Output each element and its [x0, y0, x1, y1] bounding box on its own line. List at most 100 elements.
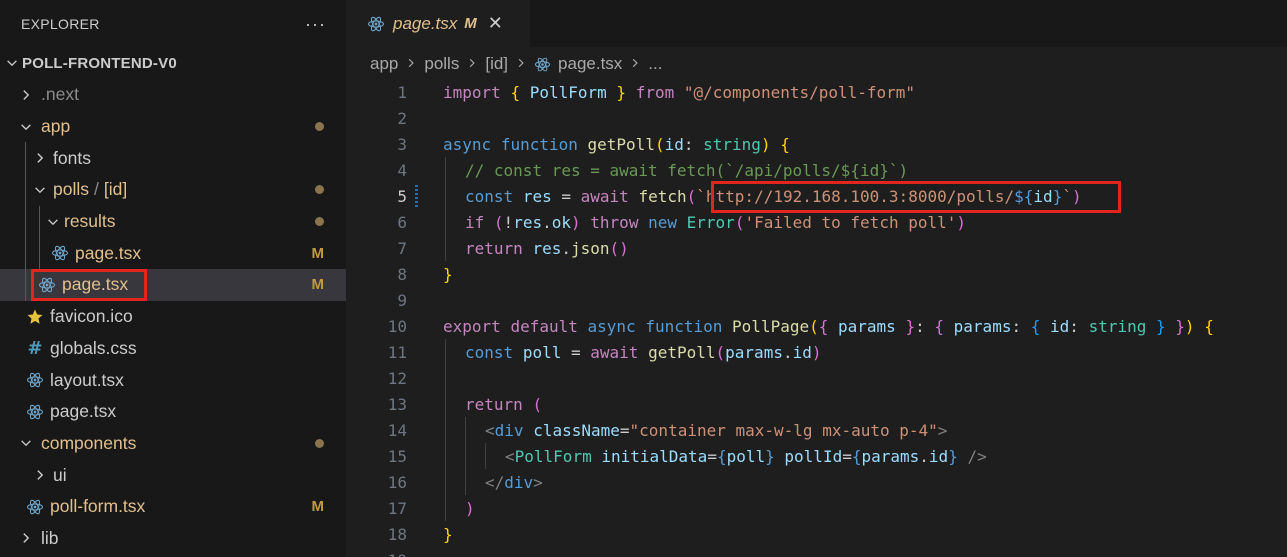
- line-number: 14: [387, 420, 407, 440]
- chevron-right-icon: [515, 54, 527, 74]
- code-text: if (!res.ok) throw new Error('Failed to …: [465, 212, 967, 232]
- tree-item-polls-page[interactable]: page.tsx M: [0, 269, 346, 301]
- tree-item-app[interactable]: app: [0, 111, 346, 143]
- breadcrumb-file[interactable]: page.tsx: [558, 54, 622, 74]
- code-text: return (: [465, 394, 543, 414]
- line-number: 12: [387, 368, 407, 388]
- tab-bar: page.tsx M ✕: [347, 0, 1287, 47]
- code-text: const poll = await getPoll(params.id): [465, 342, 822, 362]
- line-number: 6: [397, 212, 407, 232]
- tree-item-results[interactable]: results: [0, 205, 346, 238]
- indent-guide: [39, 205, 40, 238]
- indent-guide: [445, 443, 446, 469]
- star-icon: [25, 307, 45, 327]
- indent-guide: [465, 469, 466, 495]
- chevron-down-icon: [44, 213, 62, 231]
- chevron-down-icon: [31, 181, 49, 199]
- code-text: }: [443, 524, 453, 544]
- code-line: 9: [347, 287, 1287, 313]
- indent-guide: [25, 205, 26, 238]
- code-text: ): [465, 498, 475, 518]
- code-text: <PollForm initialData={poll} pollId={par…: [505, 446, 987, 466]
- tree-item-label: layout.tsx: [50, 369, 124, 390]
- tab-page-tsx[interactable]: page.tsx M ✕: [347, 0, 530, 47]
- tree-item-label: app: [41, 116, 71, 137]
- modified-dot: [315, 122, 324, 132]
- code-text: <div className="container max-w-lg mx-au…: [485, 420, 948, 440]
- tree-item-label: favicon.ico: [50, 306, 133, 327]
- tree-item-label: polls: [53, 179, 89, 200]
- close-icon[interactable]: ✕: [488, 13, 503, 34]
- modified-dot: [315, 438, 324, 448]
- line-number: 16: [387, 472, 407, 492]
- chevron-right-icon: [629, 54, 641, 74]
- indent-guide: [445, 391, 446, 417]
- tree-item-poll-form[interactable]: poll-form.tsx M: [0, 491, 346, 523]
- tree-item-label: ui: [53, 464, 67, 485]
- chevron-down-icon: [17, 434, 35, 452]
- line-number: 11: [387, 342, 407, 362]
- indent-guide: [485, 443, 486, 469]
- code-text: import { PollForm } from "@/components/p…: [443, 82, 916, 102]
- code-text: async function getPoll(id: string) {: [443, 134, 790, 154]
- line-number: 19: [347, 551, 407, 557]
- tree-item-lib[interactable]: lib: [0, 523, 346, 555]
- line-number: 5: [397, 186, 407, 206]
- code-line: 14 <div className="container max-w-lg mx…: [347, 417, 1287, 443]
- tree-item-favicon[interactable]: favicon.ico: [0, 301, 346, 333]
- tree-item-label: .next: [41, 84, 79, 105]
- chevron-right-icon: [405, 54, 417, 74]
- react-icon: [25, 402, 45, 422]
- tree-item-label: results: [64, 211, 116, 232]
- tree-item-layout[interactable]: layout.tsx: [0, 364, 346, 396]
- line-number: 3: [397, 134, 407, 154]
- code-text: // const res = await fetch(`/api/polls/$…: [465, 160, 909, 180]
- indent-guide: [445, 209, 446, 235]
- more-actions-icon[interactable]: ···: [305, 15, 326, 33]
- tree-item-label: [id]: [103, 179, 128, 200]
- indent-guide: [445, 183, 446, 209]
- react-icon: [25, 497, 45, 517]
- code-line: 15 <PollForm initialData={poll} pollId={…: [347, 443, 1287, 469]
- tree-item-fonts[interactable]: fonts: [0, 142, 346, 175]
- line-number: 2: [397, 108, 407, 128]
- breadcrumb: app polls [id] page.tsx ...: [347, 47, 1287, 81]
- indent-guide: [465, 417, 466, 443]
- chevron-down-icon: [17, 118, 35, 136]
- indent-guide: [445, 469, 446, 495]
- code-line: 11 const poll = await getPoll(params.id): [347, 339, 1287, 365]
- code-text: export default async function PollPage({…: [443, 316, 1214, 336]
- tree-item-results-page[interactable]: page.tsx M: [0, 237, 346, 270]
- tree-item-label: page.tsx: [62, 274, 129, 295]
- code-area[interactable]: 1 import { PollForm } from "@/components…: [347, 79, 1287, 557]
- code-line: 16 </div>: [347, 469, 1287, 495]
- code-line: 17 ): [347, 495, 1287, 521]
- breadcrumb-polls[interactable]: polls: [424, 54, 459, 74]
- chevron-right-icon: [17, 529, 35, 547]
- tree-item-label: page.tsx: [50, 401, 117, 422]
- tree-item-app-page[interactable]: page.tsx: [0, 396, 346, 428]
- indent-guide: [445, 365, 446, 391]
- modified-dot: [315, 185, 324, 195]
- hash-icon: #: [27, 337, 43, 359]
- indent-guide: [445, 417, 446, 443]
- code-line: 5 const res = await fetch(`http://192.16…: [347, 183, 1287, 209]
- breadcrumb-id[interactable]: [id]: [485, 54, 508, 74]
- breadcrumb-app[interactable]: app: [370, 54, 398, 74]
- tree-item-polls-id[interactable]: polls / [id]: [0, 174, 346, 206]
- project-folder[interactable]: POLL-FRONTEND-V0: [0, 47, 346, 79]
- code-line: 3 async function getPoll(id: string) {: [347, 131, 1287, 157]
- chevron-right-icon: [31, 149, 49, 167]
- indent-guide: [39, 237, 40, 270]
- tree-item-components[interactable]: components: [0, 428, 346, 460]
- line-number: 1: [397, 82, 407, 102]
- indent-guide: [25, 269, 26, 301]
- tree-item-ui[interactable]: ui: [0, 459, 346, 491]
- code-text: </div>: [485, 472, 543, 492]
- modified-dot: [315, 217, 324, 227]
- breadcrumb-more[interactable]: ...: [648, 54, 662, 74]
- tree-item-next[interactable]: .next: [0, 79, 346, 111]
- explorer-sidebar: EXPLORER ··· POLL-FRONTEND-V0 .next app …: [0, 0, 346, 557]
- line-number: 18: [387, 524, 407, 544]
- tree-item-globals-css[interactable]: # globals.css: [0, 333, 346, 365]
